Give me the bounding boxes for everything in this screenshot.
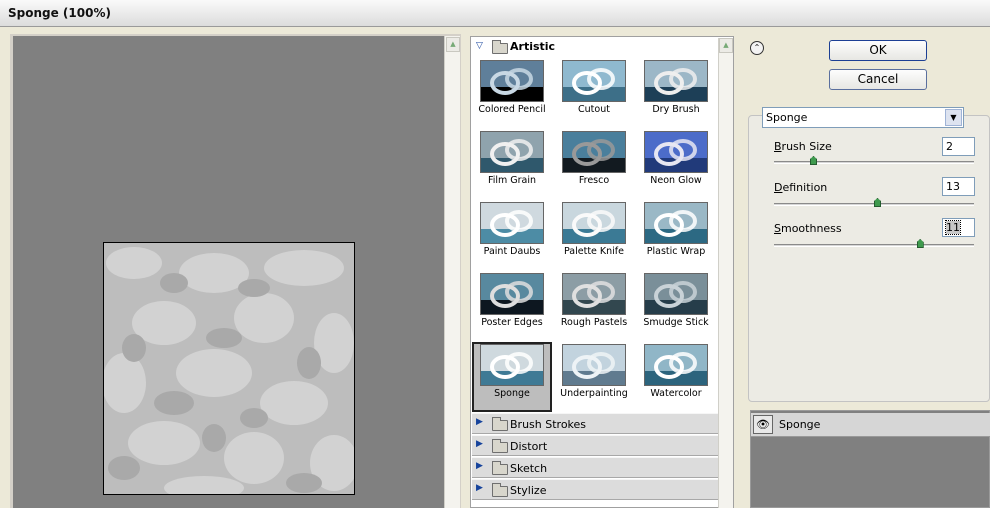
thumbnail-label: Watercolor <box>650 388 702 399</box>
filter-thumbnail-palette-knife[interactable]: Palette Knife <box>554 200 634 270</box>
effect-layer-row[interactable]: 👁 Sponge <box>751 413 990 437</box>
filter-thumbnail-plastic-wrap[interactable]: Plastic Wrap <box>636 200 716 270</box>
thumbnail-label: Dry Brush <box>652 104 700 115</box>
preview-scrollbar[interactable]: ▲ <box>444 36 460 508</box>
thumbnail-image <box>644 202 708 244</box>
triangle-open-icon[interactable]: ▽ <box>476 41 483 51</box>
thumbnail-image <box>562 273 626 315</box>
filter-thumbnail-neon-glow[interactable]: Neon Glow <box>636 129 716 199</box>
thumbnail-label: Cutout <box>578 104 610 115</box>
thumbnail-image <box>562 202 626 244</box>
filter-thumbnail-fresco[interactable]: Fresco <box>554 129 634 199</box>
ok-button[interactable]: OK <box>829 40 927 61</box>
thumbnail-label: Underpainting <box>560 388 628 399</box>
chevron-down-icon[interactable]: ▼ <box>945 109 962 126</box>
scroll-up-arrow-icon[interactable]: ▲ <box>446 37 460 52</box>
triangle-closed-icon[interactable]: ▶ <box>476 439 483 449</box>
smoothness-label: Smoothness <box>774 222 842 235</box>
thumbnail-image <box>480 273 544 315</box>
thumbnail-image <box>562 131 626 173</box>
filter-thumbnail-poster-edges[interactable]: Poster Edges <box>472 271 552 341</box>
brush-size-input[interactable]: 2 <box>942 137 975 156</box>
cancel-button[interactable]: Cancel <box>829 69 927 90</box>
thumbnail-image <box>644 273 708 315</box>
triangle-closed-icon[interactable]: ▶ <box>476 483 483 493</box>
triangle-closed-icon[interactable]: ▶ <box>476 417 483 427</box>
thumbnail-label: Poster Edges <box>481 317 543 328</box>
folder-icon <box>492 439 508 453</box>
category-distort[interactable]: ▶ Distort <box>472 435 718 456</box>
category-stylize[interactable]: ▶ Stylize <box>472 479 718 500</box>
definition-label: Definition <box>774 181 828 194</box>
thumbnail-image <box>480 344 544 386</box>
filter-thumbnail-cutout[interactable]: Cutout <box>554 58 634 128</box>
category-label: Artistic <box>510 40 556 53</box>
thumbnail-image <box>480 131 544 173</box>
triangle-closed-icon[interactable]: ▶ <box>476 461 483 471</box>
thumbnail-label: Paint Daubs <box>483 246 541 257</box>
filter-thumbnail-dry-brush[interactable]: Dry Brush <box>636 58 716 128</box>
collapse-gallery-icon[interactable]: ⌃ <box>750 41 764 55</box>
filter-select[interactable]: Sponge ▼ <box>762 107 964 128</box>
definition-input[interactable]: 13 <box>942 177 975 196</box>
smoothness-slider[interactable] <box>774 244 974 247</box>
gallery-scrollbar[interactable]: ▲ <box>718 38 733 508</box>
category-brush-strokes[interactable]: ▶ Brush Strokes <box>472 413 718 434</box>
thumbnail-label: Smudge Stick <box>643 317 709 328</box>
filter-thumbnail-colored-pencil[interactable]: Colored Pencil <box>472 58 552 128</box>
preview-canvas[interactable] <box>103 242 355 495</box>
filter-thumbnail-rough-pastels[interactable]: Rough Pastels <box>554 271 634 341</box>
thumbnail-label: Plastic Wrap <box>646 246 706 257</box>
category-label: Stylize <box>510 484 547 497</box>
category-label: Sketch <box>510 462 548 475</box>
filter-thumbnail-underpainting[interactable]: Underpainting <box>554 342 634 412</box>
thumbnail-label: Film Grain <box>487 175 537 186</box>
category-artistic[interactable]: ▽ Artistic <box>472 38 716 56</box>
title-bar: Sponge (100%) <box>0 0 990 27</box>
category-label: Brush Strokes <box>510 418 587 431</box>
thumbnail-label: Colored Pencil <box>478 104 546 115</box>
eye-icon[interactable]: 👁 <box>753 415 773 434</box>
brush-size-label: Brush Size <box>774 140 832 153</box>
thumbnail-image <box>480 202 544 244</box>
thumbnail-image <box>644 60 708 102</box>
smoothness-input[interactable]: 11 <box>942 218 975 237</box>
filter-thumbnail-watercolor[interactable]: Watercolor <box>636 342 716 412</box>
filter-settings-panel <box>748 115 990 402</box>
effect-layer-label: Sponge <box>779 418 821 431</box>
category-label: Distort <box>510 440 548 453</box>
thumbnail-image <box>644 344 708 386</box>
filter-thumbnail-film-grain[interactable]: Film Grain <box>472 129 552 199</box>
thumbnail-image <box>562 60 626 102</box>
scroll-up-arrow-icon[interactable]: ▲ <box>719 38 733 53</box>
category-sketch[interactable]: ▶ Sketch <box>472 457 718 478</box>
filter-thumbnail-paint-daubs[interactable]: Paint Daubs <box>472 200 552 270</box>
thumbnail-label: Sponge <box>494 388 530 399</box>
sponge-preview-image <box>104 243 354 494</box>
thumbnail-label: Rough Pastels <box>560 317 628 328</box>
thumbnail-label: Neon Glow <box>650 175 702 186</box>
filter-thumbnail-smudge-stick[interactable]: Smudge Stick <box>636 271 716 341</box>
thumbnail-image <box>480 60 544 102</box>
folder-icon <box>492 461 508 475</box>
thumbnail-label: Palette Knife <box>563 246 624 257</box>
folder-icon <box>492 40 508 54</box>
thumbnail-image <box>644 131 708 173</box>
window-title: Sponge (100%) <box>8 6 111 20</box>
folder-icon <box>492 483 508 497</box>
brush-size-slider[interactable] <box>774 161 974 164</box>
filter-thumbnail-sponge[interactable]: Sponge <box>472 342 552 412</box>
thumbnail-label: Fresco <box>578 175 610 186</box>
folder-icon <box>492 417 508 431</box>
filter-select-value: Sponge <box>766 111 808 124</box>
thumbnail-image <box>562 344 626 386</box>
